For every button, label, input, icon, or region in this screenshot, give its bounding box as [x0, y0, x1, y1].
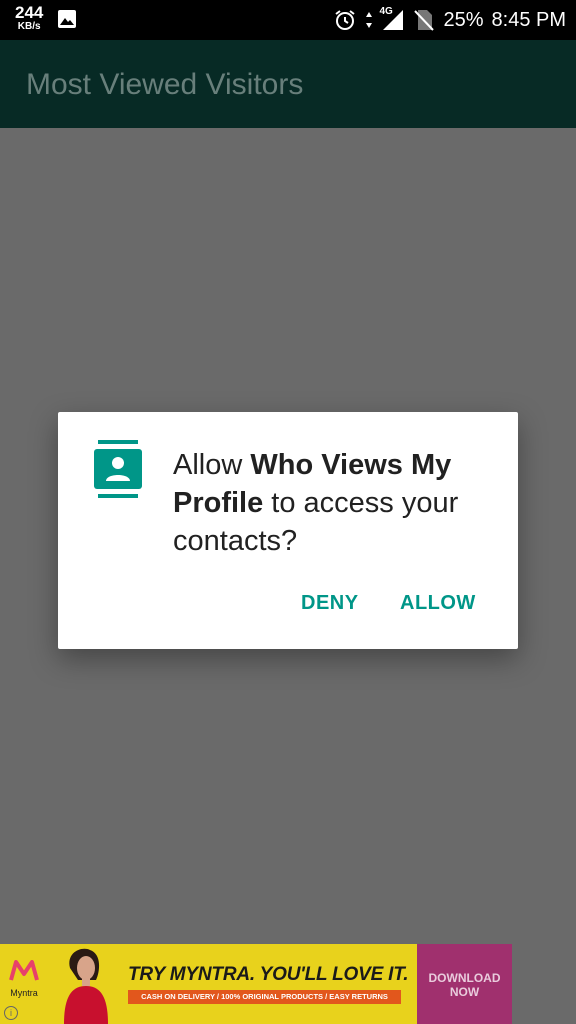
model-photo [64, 948, 108, 1024]
battery-level: 25% [443, 8, 484, 31]
dialog-message: Allow Who Views My Profile to access you… [173, 446, 503, 560]
permission-dialog: Allow Who Views My Profile to access you… [58, 412, 518, 649]
download-now-button[interactable]: DOWNLOAD NOW [417, 944, 512, 1024]
cta-line2: NOW [449, 985, 480, 999]
image-icon [58, 10, 76, 28]
network-speed-value: 244 [15, 3, 44, 22]
signal-icon: 4G [379, 6, 405, 32]
ad-subtext: CASH ON DELIVERY / 100% ORIGINAL PRODUCT… [128, 990, 401, 1004]
message-prefix: Allow [173, 449, 251, 481]
ad-banner[interactable]: Myntra i TRY MYNTRA. YOU'LL LOVE IT. CAS… [0, 944, 512, 1024]
app-bar: Most Viewed Visitors [0, 40, 576, 128]
ad-headline: TRY MYNTRA. YOU'LL LOVE IT. [128, 964, 409, 985]
brand-name: Myntra [10, 988, 38, 998]
network-type: 4G [379, 6, 393, 17]
contacts-icon [94, 440, 142, 498]
deny-button[interactable]: DENY [301, 592, 359, 615]
myntra-logo-icon [9, 960, 39, 981]
cta-line1: DOWNLOAD [428, 971, 501, 985]
alarm-icon [335, 10, 356, 30]
brand-logo: Myntra [4, 960, 44, 998]
app-title: Most Viewed Visitors [26, 68, 304, 101]
allow-button[interactable]: ALLOW [400, 592, 476, 615]
network-speed-unit: KB/s [17, 21, 41, 32]
no-sim-icon [414, 10, 435, 31]
info-icon[interactable]: i [4, 1006, 18, 1020]
status-bar: 244 KB/s 4G 25% 8:45 PM [0, 0, 576, 40]
data-arrows-icon [366, 12, 373, 28]
clock: 8:45 PM [491, 8, 566, 31]
network-speed: 244 KB/s [15, 4, 43, 32]
